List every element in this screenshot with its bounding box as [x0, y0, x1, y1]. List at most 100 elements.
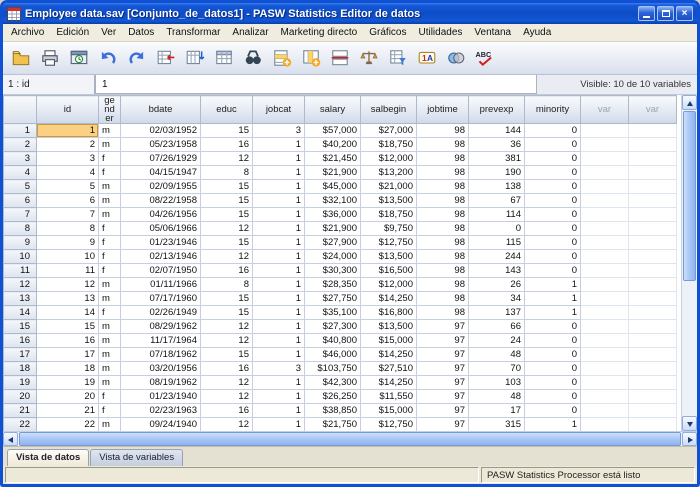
grid-corner[interactable]	[4, 96, 37, 124]
cell-r2-id[interactable]: 2	[37, 138, 99, 152]
cell-r10-salary[interactable]: $24,000	[305, 250, 361, 264]
cell-r12-id[interactable]: 12	[37, 278, 99, 292]
cell-r18-minority[interactable]: 0	[525, 362, 581, 376]
cell-r20-jobcat[interactable]: 1	[253, 390, 305, 404]
cell-r21-var[interactable]	[581, 404, 629, 418]
cell-r9-salbegin[interactable]: $12,750	[361, 236, 417, 250]
column-header-salary[interactable]: salary	[305, 96, 361, 124]
cell-r5-salary[interactable]: $45,000	[305, 180, 361, 194]
row-header-18[interactable]: 18	[4, 362, 37, 376]
cell-r11-minority[interactable]: 0	[525, 264, 581, 278]
insert-cases-button[interactable]	[268, 45, 295, 71]
cell-r4-var[interactable]	[581, 166, 629, 180]
cell-r10-educ[interactable]: 12	[201, 250, 253, 264]
cell-r15-jobcat[interactable]: 1	[253, 320, 305, 334]
cell-r15-id[interactable]: 15	[37, 320, 99, 334]
cell-r8-jobtime[interactable]: 98	[417, 222, 469, 236]
cell-r9-jobtime[interactable]: 98	[417, 236, 469, 250]
cell-r4-prevexp[interactable]: 190	[469, 166, 525, 180]
cell-r10-jobtime[interactable]: 98	[417, 250, 469, 264]
cell-r3-prevexp[interactable]: 381	[469, 152, 525, 166]
cell-r5-educ[interactable]: 15	[201, 180, 253, 194]
cell-r20-salary[interactable]: $26,250	[305, 390, 361, 404]
cell-r21-prevexp[interactable]: 17	[469, 404, 525, 418]
cell-r22-bdate[interactable]: 09/24/1940	[121, 418, 201, 432]
cell-r9-minority[interactable]: 0	[525, 236, 581, 250]
recall-dialogs-button[interactable]	[65, 45, 92, 71]
cell-r19-bdate[interactable]: 08/19/1962	[121, 376, 201, 390]
weight-cases-button[interactable]	[355, 45, 382, 71]
row-header-8[interactable]: 8	[4, 222, 37, 236]
cell-r6-educ[interactable]: 15	[201, 194, 253, 208]
cell-r10-var[interactable]	[629, 250, 677, 264]
cell-r18-bdate[interactable]: 03/20/1956	[121, 362, 201, 376]
cell-r19-var[interactable]	[629, 376, 677, 390]
menu-analizar[interactable]: Analizar	[226, 25, 274, 40]
cell-r12-jobtime[interactable]: 98	[417, 278, 469, 292]
cell-r14-educ[interactable]: 15	[201, 306, 253, 320]
cell-r17-jobcat[interactable]: 1	[253, 348, 305, 362]
cell-r12-var[interactable]	[629, 278, 677, 292]
cell-r5-var[interactable]	[629, 180, 677, 194]
menu-ayuda[interactable]: Ayuda	[517, 25, 557, 40]
cell-r4-jobcat[interactable]: 1	[253, 166, 305, 180]
cell-r4-salbegin[interactable]: $13,200	[361, 166, 417, 180]
cell-r18-salbegin[interactable]: $27,510	[361, 362, 417, 376]
cell-r9-bdate[interactable]: 01/23/1946	[121, 236, 201, 250]
cell-r5-jobtime[interactable]: 98	[417, 180, 469, 194]
cell-r19-var[interactable]	[581, 376, 629, 390]
vertical-scroll-thumb[interactable]	[683, 111, 696, 281]
cell-r5-bdate[interactable]: 02/09/1955	[121, 180, 201, 194]
cell-r19-salary[interactable]: $42,300	[305, 376, 361, 390]
cell-r14-var[interactable]	[629, 306, 677, 320]
cell-r3-jobtime[interactable]: 98	[417, 152, 469, 166]
row-header-21[interactable]: 21	[4, 404, 37, 418]
cell-r18-var[interactable]	[581, 362, 629, 376]
cell-r13-prevexp[interactable]: 34	[469, 292, 525, 306]
cell-r22-salary[interactable]: $21,750	[305, 418, 361, 432]
cell-r1-salary[interactable]: $57,000	[305, 124, 361, 138]
cell-r11-prevexp[interactable]: 143	[469, 264, 525, 278]
row-header-22[interactable]: 22	[4, 418, 37, 432]
cell-r6-bdate[interactable]: 08/22/1958	[121, 194, 201, 208]
cell-r16-var[interactable]	[581, 334, 629, 348]
cell-r16-minority[interactable]: 0	[525, 334, 581, 348]
column-header-id[interactable]: id	[37, 96, 99, 124]
menu-graficos[interactable]: Gráficos	[363, 25, 412, 40]
cell-r21-salary[interactable]: $38,850	[305, 404, 361, 418]
cell-r19-jobcat[interactable]: 1	[253, 376, 305, 390]
cell-r22-jobtime[interactable]: 97	[417, 418, 469, 432]
cell-r8-minority[interactable]: 0	[525, 222, 581, 236]
cell-r20-jobtime[interactable]: 97	[417, 390, 469, 404]
cell-r9-salary[interactable]: $27,900	[305, 236, 361, 250]
split-file-button[interactable]	[326, 45, 353, 71]
column-header-bdate[interactable]: bdate	[121, 96, 201, 124]
row-header-13[interactable]: 13	[4, 292, 37, 306]
cell-r4-salary[interactable]: $21,900	[305, 166, 361, 180]
cell-r18-var[interactable]	[629, 362, 677, 376]
cell-r21-salbegin[interactable]: $15,000	[361, 404, 417, 418]
scroll-left-arrow[interactable]	[3, 432, 18, 446]
cell-r19-gender[interactable]: m	[99, 376, 121, 390]
column-header-salbegin[interactable]: salbegin	[361, 96, 417, 124]
cell-r4-minority[interactable]: 0	[525, 166, 581, 180]
cell-r11-educ[interactable]: 16	[201, 264, 253, 278]
cell-r9-gender[interactable]: f	[99, 236, 121, 250]
column-header-var[interactable]: var	[581, 96, 629, 124]
cell-r13-gender[interactable]: m	[99, 292, 121, 306]
column-header-minority[interactable]: minority	[525, 96, 581, 124]
row-header-4[interactable]: 4	[4, 166, 37, 180]
goto-variable-button[interactable]	[181, 45, 208, 71]
cell-r11-salbegin[interactable]: $16,500	[361, 264, 417, 278]
menu-edicion[interactable]: Edición	[50, 25, 95, 40]
cell-r15-minority[interactable]: 0	[525, 320, 581, 334]
cell-r18-educ[interactable]: 16	[201, 362, 253, 376]
cell-r2-jobtime[interactable]: 98	[417, 138, 469, 152]
cell-r10-prevexp[interactable]: 244	[469, 250, 525, 264]
cell-editor-field[interactable]: 1	[95, 75, 537, 94]
cell-r14-minority[interactable]: 1	[525, 306, 581, 320]
cell-r21-educ[interactable]: 16	[201, 404, 253, 418]
cell-r4-var[interactable]	[629, 166, 677, 180]
cell-r22-educ[interactable]: 12	[201, 418, 253, 432]
cell-r22-var[interactable]	[581, 418, 629, 432]
